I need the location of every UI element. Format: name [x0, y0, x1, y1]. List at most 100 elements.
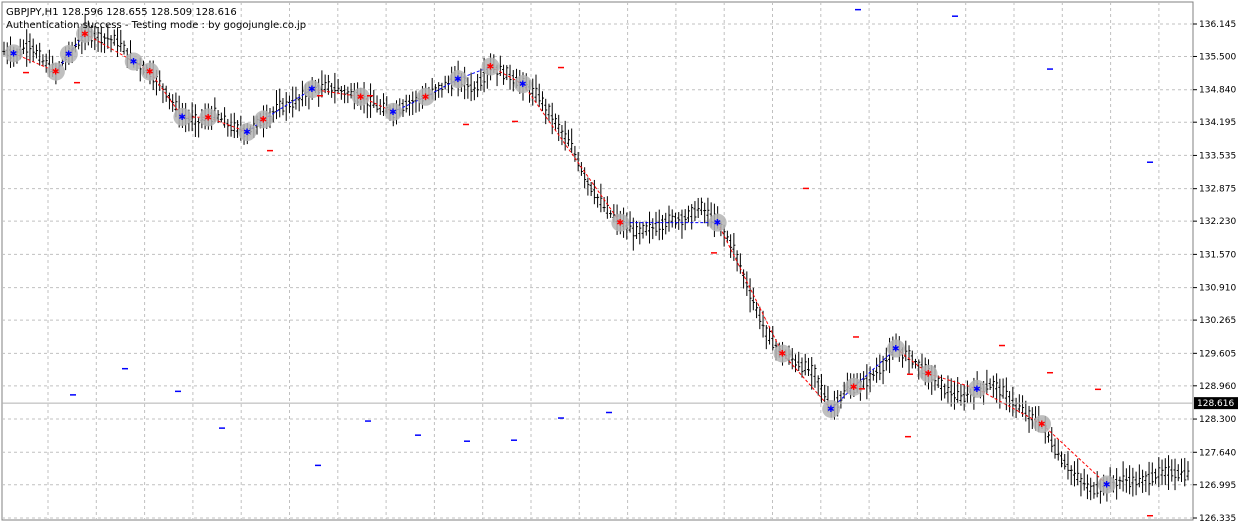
ohlc-bar [1053, 438, 1057, 459]
ohlc-bar [119, 29, 123, 52]
ohlc-bar [1089, 477, 1093, 501]
ohlc-bar [1050, 427, 1054, 453]
ohlc-bar [803, 353, 807, 376]
ohlc-bar [1183, 457, 1187, 487]
ohlc-bar [372, 89, 376, 109]
ohlc-bar [570, 128, 574, 153]
ohlc-bar [878, 354, 882, 381]
ohlc-bar [952, 380, 956, 410]
y-tick-label: 128.300 [1199, 415, 1236, 425]
ohlc-bar [745, 271, 749, 296]
ohlc-bar [193, 104, 197, 137]
svg-text:✱: ✱ [487, 63, 495, 73]
ohlc-bar [806, 357, 810, 376]
ohlc-bar [599, 183, 603, 213]
svg-text:✱: ✱ [204, 113, 212, 123]
signal-line [782, 353, 832, 410]
signal-lines [13, 33, 1108, 485]
price-bars [2, 13, 1190, 504]
signal-circle: ✱ [481, 57, 500, 76]
ohlc-bar [771, 325, 775, 351]
ohlc-bar [648, 211, 652, 244]
ohlc-bar [437, 82, 441, 98]
ohlc-bar [560, 125, 564, 146]
ohlc-bar [956, 377, 960, 404]
ohlc-bar [274, 90, 278, 120]
ohlc-bar [197, 118, 201, 138]
ea-status-line: Authentication success - Testing mode : … [6, 20, 307, 31]
ohlc-bar [1157, 457, 1161, 488]
svg-text:✱: ✱ [616, 219, 624, 229]
chart-window[interactable]: ✱ ✱ ✱ ✱ ✱ ✱ ✱ ✱ ✱ ✱ ✱ ✱ ✱ ✱ ✱ ✱ ✱ ✱ ✱ ✱ ✱ ✱ ✱ ✱ ✱ ✱ ✱ 136.145 135.5… [0, 0, 1240, 524]
ohlc-bar [278, 88, 282, 118]
signal-circle: ✱ [416, 87, 435, 106]
ohlc-bar [1124, 468, 1128, 493]
ohlc-bar [1082, 468, 1086, 491]
ohlc-bar [1072, 461, 1076, 487]
ohlc-bar [537, 83, 541, 108]
ohlc-bar [544, 98, 548, 125]
signal-circle: ✱ [140, 62, 159, 81]
ohlc-bar [1076, 458, 1080, 486]
ohlc-bar [281, 98, 285, 116]
svg-text:✱: ✱ [714, 219, 722, 229]
ohlc-bar [339, 85, 343, 100]
svg-text:✱: ✱ [422, 93, 430, 103]
svg-text:✱: ✱ [389, 108, 397, 118]
ohlc-bar [469, 72, 473, 102]
signal-circle: ✱ [1097, 475, 1116, 494]
signal-circle: ✱ [449, 70, 468, 89]
ohlc-bar [1137, 464, 1141, 488]
ohlc-bar [550, 102, 554, 135]
ohlc-bar [161, 83, 165, 104]
ohlc-bar [330, 82, 334, 98]
ohlc-bar [875, 357, 879, 383]
svg-text:✱: ✱ [243, 128, 251, 138]
svg-text:✱: ✱ [65, 50, 73, 60]
ohlc-bar [1121, 461, 1125, 492]
ohlc-bar [505, 65, 509, 81]
ohlc-bar [988, 378, 992, 390]
ohlc-bar [991, 375, 995, 398]
signal-circle: ✱ [4, 44, 23, 63]
ohlc-bar [1163, 458, 1167, 486]
svg-text:✱: ✱ [827, 405, 835, 415]
price-chart[interactable]: ✱✱✱✱✱✱✱ ✱✱✱✱✱✱✱✱✱✱✱ ✱✱✱✱✱✱✱✱✱ 136.145135.5… [0, 0, 1240, 524]
signal-circle: ✱ [708, 213, 727, 232]
ohlc-bar [28, 33, 32, 64]
svg-text:✱: ✱ [519, 80, 527, 90]
ohlc-bar [751, 287, 755, 311]
signal-circle: ✱ [844, 377, 863, 396]
ohlc-bar [320, 70, 324, 98]
ohlc-bar [171, 94, 175, 112]
ohlc-bar [579, 162, 583, 176]
signal-circle: ✱ [919, 364, 938, 383]
ohlc-bar [511, 70, 515, 92]
ohlc-bar [534, 74, 538, 103]
ohlc-bar [1141, 469, 1145, 493]
ohlc-bar [1150, 462, 1154, 486]
chart-header: GBPJPY,H1 128.596 128.655 128.509 128.61… [6, 6, 306, 32]
ohlc-bar [34, 44, 38, 59]
svg-text:✱: ✱ [892, 345, 900, 355]
ohlc-bar [297, 94, 301, 112]
ohlc-bar [1186, 461, 1190, 481]
ohlc-bar [644, 221, 648, 236]
ohlc-bar [378, 99, 382, 115]
signal-circle: ✱ [887, 339, 906, 358]
signal-circle: ✱ [124, 52, 143, 71]
signal-circle: ✱ [254, 110, 273, 129]
ohlc-bar [476, 73, 480, 98]
ohlc-bar [479, 68, 483, 91]
svg-text:✱: ✱ [130, 58, 138, 68]
signal-circle: ✱ [199, 108, 218, 127]
ohlc-bar [949, 378, 953, 407]
ohlc-bar [25, 29, 29, 67]
ohlc-bar [1118, 476, 1122, 490]
svg-text:✱: ✱ [52, 68, 60, 78]
y-tick-label: 126.995 [1199, 481, 1236, 491]
y-tick-label: 131.570 [1199, 250, 1236, 260]
ohlc-bar [566, 129, 570, 147]
y-tick-label: 132.875 [1199, 185, 1236, 195]
ohlc-bar [38, 42, 42, 66]
